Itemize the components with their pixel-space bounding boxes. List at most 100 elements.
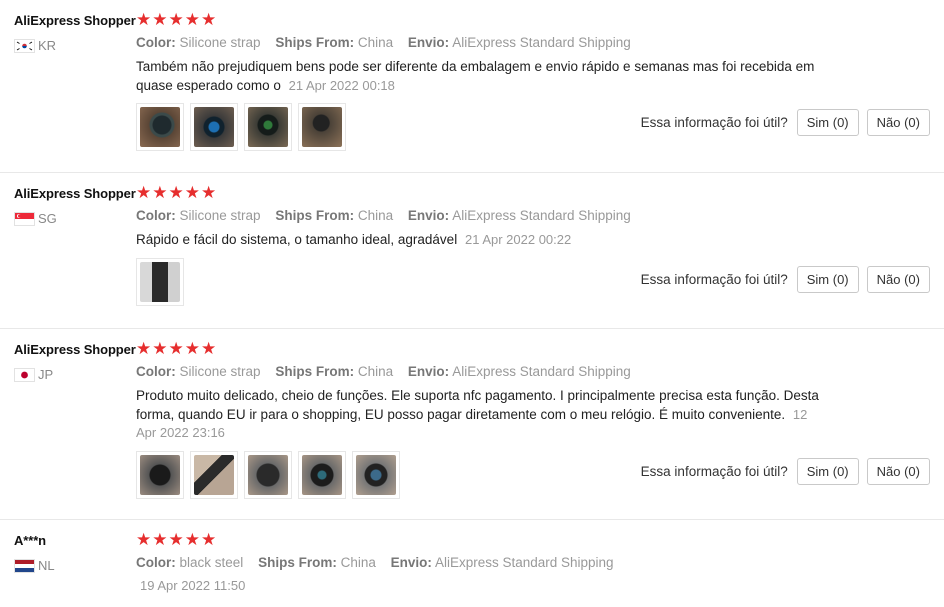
- envio-value: AliExpress Standard Shipping: [452, 364, 631, 379]
- helpful-question: Essa informação foi útil?: [640, 464, 788, 479]
- envio-label: Envio:: [390, 555, 432, 570]
- review-meta: Color: Silicone strap Ships From: China …: [136, 363, 826, 381]
- helpful-no-button[interactable]: Não (0): [866, 109, 930, 136]
- review-text: Também não prejudiquem bens pode ser dif…: [136, 59, 815, 93]
- review-content: ★ ★ ★ ★ ★ Color: black steel Ships From: Chi…: [136, 531, 826, 596]
- envio-value: AliExpress Standard Shipping: [434, 555, 614, 570]
- reviewer-country: SG: [14, 212, 134, 226]
- review-text-block: 19 Apr 2022 11:50: [140, 577, 826, 596]
- review-photo-thumbnail[interactable]: [136, 450, 184, 499]
- envio-label: Envio:: [407, 364, 450, 379]
- star-icon: ★: [152, 530, 168, 549]
- envio-label: Envio:: [407, 208, 450, 223]
- helpful-feedback: Essa informação foi útil? Sim (0) Não (0…: [641, 109, 930, 136]
- flag-jp-icon: [14, 368, 35, 382]
- star-rating: ★ ★ ★ ★ ★: [136, 531, 826, 549]
- color-value: Silicone strap: [179, 208, 261, 223]
- review-meta: Color: black steel Ships From: China Env…: [136, 554, 826, 572]
- helpful-yes-button[interactable]: Sim (0): [796, 109, 859, 136]
- ships-from-value: China: [357, 35, 394, 50]
- reviewer-info: AliExpress Shopper SG: [14, 186, 136, 226]
- review-item: AliExpress Shopper JP ★ ★ ★ ★ ★ Color: Silic…: [0, 329, 944, 520]
- review-item: A***n NL ★ ★ ★ ★ ★ Color: black steel Ships …: [0, 520, 944, 607]
- review-photo-thumbnail[interactable]: [244, 450, 292, 499]
- star-icon: ★: [201, 183, 217, 202]
- envio-value: AliExpress Standard Shipping: [452, 35, 631, 50]
- color-label: Color:: [136, 555, 176, 570]
- star-icon: ★: [168, 10, 184, 29]
- color-value: Silicone strap: [179, 35, 261, 50]
- country-code: NL: [38, 558, 55, 573]
- star-icon: ★: [152, 339, 168, 358]
- reviewer-name: AliExpress Shopper: [14, 186, 136, 201]
- country-code: SG: [38, 211, 57, 226]
- reviewer-info: AliExpress Shopper JP: [14, 342, 136, 382]
- helpful-feedback: Essa informação foi útil? Sim (0) Não (0…: [641, 266, 930, 293]
- review-photo-thumbnail[interactable]: [136, 103, 184, 151]
- flag-nl-icon: [14, 559, 35, 573]
- helpful-yes-button[interactable]: Sim (0): [796, 458, 859, 485]
- ships-from-value: China: [357, 364, 394, 379]
- reviewer-info: A***n NL: [14, 533, 134, 573]
- reviewer-name: AliExpress Shopper: [14, 342, 136, 357]
- flag-kr-icon: [14, 39, 35, 53]
- star-icon: ★: [184, 183, 200, 202]
- star-icon: ★: [168, 339, 184, 358]
- color-label: Color:: [136, 208, 176, 223]
- helpful-no-button[interactable]: Não (0): [866, 266, 930, 293]
- star-icon: ★: [136, 183, 152, 202]
- review-item: AliExpress Shopper SG ★ ★ ★ ★ ★ Color: Sili: [0, 173, 944, 329]
- review-date: 19 Apr 2022 11:50: [140, 578, 246, 593]
- star-icon: ★: [136, 339, 152, 358]
- review-photo-thumbnail[interactable]: [190, 450, 238, 499]
- star-rating: ★ ★ ★ ★ ★: [136, 184, 826, 202]
- star-icon: ★: [201, 339, 217, 358]
- review-photo-thumbnail[interactable]: [352, 450, 400, 499]
- review-date: 21 Apr 2022 00:18: [288, 77, 395, 93]
- ships-from-label: Ships From:: [258, 555, 337, 570]
- reviewer-name: A***n: [14, 533, 47, 548]
- review-photo-thumbnail[interactable]: [190, 103, 238, 151]
- review-text: Rápido e fácil do sistema, o tamanho ide…: [136, 232, 458, 247]
- review-photo-thumbnail[interactable]: [298, 103, 346, 151]
- envio-label: Envio:: [407, 35, 450, 50]
- country-code: JP: [38, 367, 54, 382]
- review-text-block: Também não prejudiquem bens pode ser dif…: [136, 58, 826, 95]
- review-photo-thumbnail[interactable]: [244, 103, 292, 151]
- color-value: black steel: [179, 555, 244, 570]
- star-icon: ★: [184, 530, 200, 549]
- star-icon: ★: [184, 339, 200, 358]
- review-text-block: Rápido e fácil do sistema, o tamanho ide…: [136, 231, 826, 250]
- reviewer-country: JP: [14, 368, 134, 382]
- helpful-no-button[interactable]: Não (0): [866, 458, 930, 485]
- color-value: Silicone strap: [179, 364, 261, 379]
- review-text-block: Produto muito delicado, cheio de funções…: [136, 387, 826, 443]
- star-icon: ★: [201, 530, 217, 549]
- review-item: AliExpress Shopper KR ★ ★ ★ ★ ★ Color: S…: [0, 0, 944, 173]
- ships-from-label: Ships From:: [275, 35, 355, 50]
- helpful-question: Essa informação foi útil?: [640, 115, 788, 130]
- star-icon: ★: [152, 183, 168, 202]
- star-icon: ★: [136, 530, 152, 549]
- review-date: 21 Apr 2022 00:22: [464, 232, 572, 247]
- helpful-question: Essa informação foi útil?: [640, 272, 788, 287]
- reviewer-name: AliExpress Shopper: [14, 13, 136, 28]
- helpful-yes-button[interactable]: Sim (0): [796, 266, 859, 293]
- review-meta: Color: Silicone strap Ships From: China …: [136, 207, 826, 225]
- envio-value: AliExpress Standard Shipping: [452, 208, 631, 223]
- country-code: KR: [38, 38, 57, 53]
- star-icon: ★: [168, 530, 184, 549]
- review-photo-thumbnail[interactable]: [136, 257, 184, 306]
- review-photo-thumbnail[interactable]: [298, 450, 346, 499]
- ships-from-label: Ships From:: [275, 364, 355, 379]
- review-text: Produto muito delicado, cheio de funções…: [136, 388, 819, 422]
- star-icon: ★: [201, 10, 217, 29]
- ships-from-label: Ships From:: [275, 208, 355, 223]
- review-meta: Color: Silicone strap Ships From: China …: [136, 34, 826, 52]
- reviewer-country: NL: [14, 559, 134, 573]
- reviewer-info: AliExpress Shopper KR: [14, 13, 136, 53]
- color-label: Color:: [136, 364, 176, 379]
- star-icon: ★: [136, 10, 152, 29]
- flag-sg-icon: [14, 212, 35, 226]
- star-rating: ★ ★ ★ ★ ★: [136, 340, 826, 358]
